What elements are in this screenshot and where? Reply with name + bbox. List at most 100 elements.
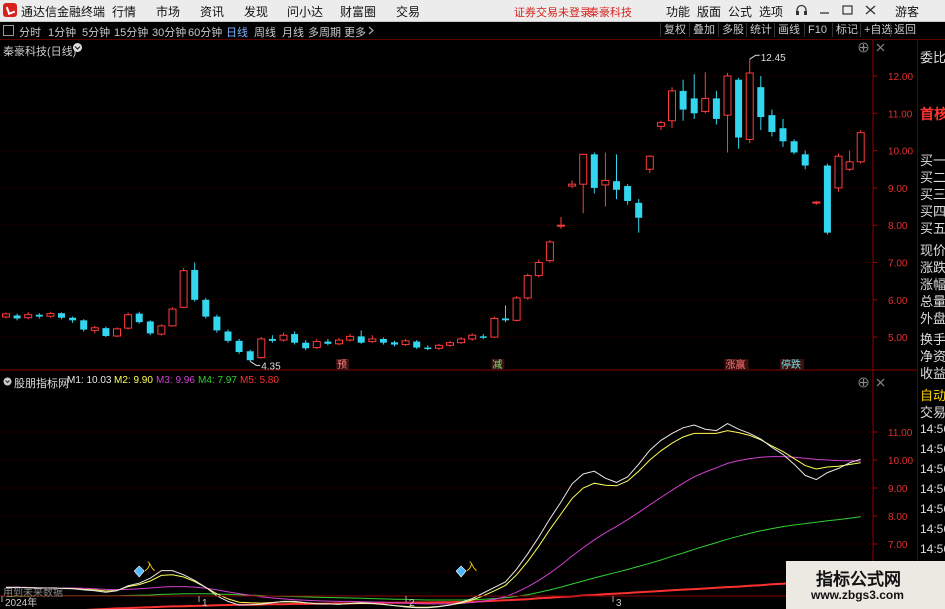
event-tag: 减 [492, 359, 502, 371]
headset-icon[interactable] [795, 4, 808, 16]
indicator-m1: M1: 10.03 [67, 375, 112, 386]
period-60min[interactable]: 60分钟 [188, 24, 222, 40]
candle-body-down [302, 342, 310, 349]
side-label-buy5: 买五 [920, 221, 945, 236]
menu-function[interactable]: 功能 [666, 3, 690, 20]
period-5min[interactable]: 5分钟 [82, 24, 110, 40]
candle-body-up [401, 340, 410, 346]
candle-body-down [357, 336, 365, 343]
chart-title: 秦豪科技(日线) [3, 46, 77, 58]
menu-news[interactable]: 资讯 [200, 3, 224, 20]
low-price-label: 4.35 [261, 361, 281, 372]
menu-options[interactable]: 选项 [759, 3, 783, 20]
settings-circle-icon[interactable] [72, 42, 83, 53]
indicator-toggle-icon[interactable] [3, 377, 12, 386]
stats-button[interactable]: 统计 [746, 23, 775, 37]
candle-body-up [368, 338, 377, 343]
pane-close-icon[interactable] [875, 42, 886, 53]
menu-wealth[interactable]: 财富圈 [340, 3, 376, 20]
menu-formula[interactable]: 公式 [728, 3, 752, 20]
quote-side-panel: 委比 首核 买一 买二 买三 买四 买五 现价 涨跌 涨幅 总量 外盘 换手 净… [917, 40, 945, 609]
period-tick[interactable]: 分时 [19, 24, 41, 40]
candle-body-up [601, 179, 610, 186]
x-tick-label: 2 [409, 598, 415, 609]
candle-body-down [13, 315, 21, 319]
app-title: 通达信金融终端 [21, 5, 106, 19]
draw-button[interactable]: 画线 [774, 23, 803, 37]
candle-body-down [690, 98, 698, 114]
side-time: 14:56 [920, 522, 945, 536]
period-1min[interactable]: 1分钟 [48, 24, 76, 40]
f10-button[interactable]: F10 [804, 23, 830, 37]
candle-body-up [179, 270, 188, 308]
candle-body-up [257, 338, 266, 359]
candle-body-up [834, 155, 843, 189]
multi-stock-button[interactable]: 多股 [718, 23, 747, 37]
indicator-tick-label: 8.00 [888, 512, 908, 523]
candle-body-up [668, 90, 676, 122]
menu-layout[interactable]: 版面 [697, 3, 721, 20]
indicator-tick-label: 10.00 [888, 456, 913, 467]
adjust-button[interactable]: 复权 [660, 23, 689, 37]
candle-body-down [712, 98, 720, 119]
side-time: 14:56 [920, 542, 945, 556]
candle-body-down [413, 341, 421, 348]
period-daily[interactable]: 日线 [226, 24, 248, 40]
side-label-shoubi: 首核 [920, 106, 945, 122]
buy-signal-label: 入 [466, 561, 477, 573]
side-label-trade: 交易 [920, 405, 945, 420]
indicator-name[interactable]: 股朋指标网 [14, 375, 69, 391]
period-15min[interactable]: 15分钟 [114, 24, 148, 40]
period-monthly[interactable]: 月线 [282, 24, 304, 40]
login-status[interactable]: 证券交易未登录 [514, 4, 591, 20]
app-logo-icon [3, 3, 17, 17]
candle-body-up [557, 224, 565, 227]
indicator-zoom-icon[interactable] [858, 377, 869, 388]
indicator-m5: M5: 5.80 [240, 375, 279, 386]
minimize-icon[interactable] [818, 4, 831, 16]
overlay-button[interactable]: 叠加 [689, 23, 718, 37]
candle-body-down [779, 128, 787, 142]
candle-body-up [468, 334, 477, 340]
menu-trade[interactable]: 交易 [396, 3, 420, 20]
candle-body-down [768, 115, 776, 132]
candle-body-up [545, 241, 554, 262]
candle-body-up [579, 153, 588, 185]
candle-body-up [157, 325, 166, 335]
price-tick-label: 6.00 [888, 296, 908, 307]
menu-discover[interactable]: 发现 [244, 3, 268, 20]
candle-body-down [679, 90, 687, 110]
zoom-icon[interactable] [858, 42, 869, 53]
back-button[interactable]: 返回 [890, 23, 919, 37]
candle-body-down [58, 313, 65, 318]
chevron-right-icon[interactable] [368, 26, 374, 35]
candle-body-up [745, 72, 754, 140]
indicator-close-icon[interactable] [875, 377, 886, 388]
panel-toggle-icon[interactable] [3, 25, 14, 36]
candle-body-up [845, 161, 854, 170]
period-more[interactable]: 更多 [344, 24, 366, 40]
chart-area[interactable]: 12.00 11.00 10.00 9.00 8.00 7.00 6.00 5.00 12.45… [0, 40, 917, 609]
candle-body-up [723, 75, 732, 116]
menu-markets[interactable]: 市场 [156, 3, 180, 20]
maximize-icon[interactable] [841, 4, 854, 16]
event-tag: 预 [337, 359, 347, 371]
candle-body-up [523, 275, 532, 299]
mark-button[interactable]: 标记 [832, 23, 861, 37]
candle-body-up [656, 122, 665, 127]
high-marker [749, 54, 760, 60]
period-multi[interactable]: 多周期 [308, 24, 341, 40]
candle-body-up [457, 338, 466, 344]
close-icon[interactable] [864, 4, 877, 16]
menu-market[interactable]: 行情 [112, 3, 136, 20]
guest-user[interactable]: 游客 [895, 3, 919, 20]
candle-body-down [624, 186, 632, 201]
event-tag: 停跌 [781, 358, 801, 371]
candle-body-up [46, 313, 55, 317]
menu-ask[interactable]: 问小达 [287, 3, 323, 20]
side-time: 14:56 [920, 422, 945, 436]
period-weekly[interactable]: 周线 [254, 24, 276, 40]
candle-body-up [312, 341, 321, 349]
indicator-tick-label: 7.00 [888, 540, 908, 551]
period-30min[interactable]: 30分钟 [152, 24, 186, 40]
